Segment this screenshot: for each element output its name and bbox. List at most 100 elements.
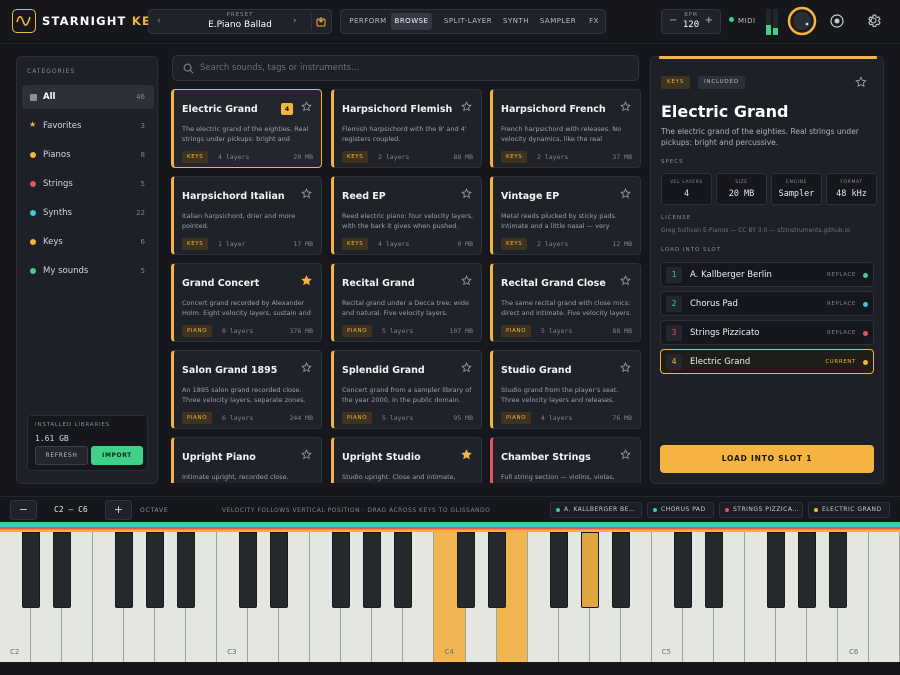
- top-bar: STARNIGHT KEYS ‹ PRESET E.Piano Ballad ›…: [0, 0, 900, 44]
- favorite-star-icon[interactable]: [620, 275, 631, 286]
- slot-chip[interactable]: CHORUS PAD: [647, 502, 714, 518]
- slot-action[interactable]: CURRENT: [825, 359, 856, 365]
- favorite-star-icon[interactable]: [301, 362, 312, 373]
- black-key[interactable]: [239, 532, 258, 608]
- favorite-star-icon[interactable]: [461, 362, 472, 373]
- black-key[interactable]: [177, 532, 196, 608]
- slot-3[interactable]: 3 Strings Pizzicato REPLACE: [660, 320, 874, 345]
- sidebar-item-pianos[interactable]: Pianos 8: [22, 143, 154, 167]
- black-key[interactable]: [580, 532, 599, 608]
- black-key[interactable]: [22, 532, 41, 608]
- sound-card[interactable]: Recital Grand Recital grand under a Decca…: [331, 263, 482, 342]
- bpm-control[interactable]: − BPM 120 +: [661, 9, 721, 34]
- black-key[interactable]: [766, 532, 785, 608]
- favorite-star-icon[interactable]: [301, 449, 312, 460]
- favorite-star-icon[interactable]: [855, 76, 867, 88]
- slot-4[interactable]: 4 Electric Grand CURRENT: [660, 349, 874, 374]
- favorite-star-icon[interactable]: [461, 449, 472, 460]
- black-key[interactable]: [549, 532, 568, 608]
- record-button[interactable]: [829, 13, 845, 29]
- save-preset-button[interactable]: [311, 14, 327, 30]
- bpm-increment-button[interactable]: +: [705, 15, 713, 26]
- favorite-star-icon[interactable]: [620, 101, 631, 112]
- favorite-star-icon[interactable]: [461, 275, 472, 286]
- sound-card[interactable]: Electric Grand 4 The electric grand of the…: [171, 89, 322, 168]
- favorite-star-icon[interactable]: [461, 188, 472, 199]
- chevron-right-icon[interactable]: ›: [293, 16, 297, 26]
- black-key[interactable]: [146, 532, 165, 608]
- sidebar-item-all[interactable]: All 46: [22, 85, 154, 109]
- favorite-star-icon[interactable]: [301, 188, 312, 199]
- sound-card[interactable]: Harpsichord Italian Italian harpsichord, …: [171, 176, 322, 255]
- sound-card[interactable]: Recital Grand Close The same recital gran…: [490, 263, 641, 342]
- card-title: Electric Grand: [182, 104, 258, 115]
- octave-down-button[interactable]: −: [10, 500, 37, 520]
- import-button[interactable]: IMPORT: [91, 446, 143, 465]
- tab-sampler[interactable]: SAMPLER: [535, 13, 581, 30]
- sound-card[interactable]: Upright Studio Studio upright. Close and …: [331, 437, 482, 483]
- search-input[interactable]: [200, 59, 620, 77]
- sound-card[interactable]: Vintage EP Metal reeds plucked by sticky …: [490, 176, 641, 255]
- slot-action[interactable]: REPLACE: [827, 272, 856, 278]
- piano-keyboard[interactable]: C2 C3 C4 C5 C6: [0, 532, 900, 662]
- slot-chip[interactable]: A. KALLBERGER BE…: [550, 502, 642, 518]
- slot-1[interactable]: 1 A. Kallberger Berlin REPLACE: [660, 262, 874, 287]
- favorite-star-icon[interactable]: [461, 101, 472, 112]
- preset-selector[interactable]: ‹ PRESET E.Piano Ballad ›: [148, 9, 332, 34]
- black-key[interactable]: [797, 532, 816, 608]
- slot-chip[interactable]: ELECTRIC GRAND: [808, 502, 890, 518]
- sound-card[interactable]: Grand Concert Concert grand recorded by A…: [171, 263, 322, 342]
- sound-card[interactable]: Harpsichord Flemish Flemish harpsichord w…: [331, 89, 482, 168]
- sidebar-item-my-sounds[interactable]: My sounds 5: [22, 259, 154, 283]
- slot-color-dot-icon: [863, 273, 868, 278]
- black-key[interactable]: [394, 532, 413, 608]
- sidebar-item-favorites[interactable]: ★ Favorites 3: [22, 114, 154, 138]
- star-icon: ★: [29, 120, 37, 129]
- chip-color-dot-icon: [725, 508, 729, 512]
- refresh-button[interactable]: REFRESH: [35, 446, 88, 465]
- black-key[interactable]: [487, 532, 506, 608]
- tab-fx[interactable]: FX: [584, 13, 604, 30]
- sound-card[interactable]: Splendid Grand Concert grand from a sampl…: [331, 350, 482, 429]
- octave-up-button[interactable]: +: [105, 500, 132, 520]
- tab-perform[interactable]: PERFORM: [345, 13, 391, 30]
- black-key[interactable]: [828, 532, 847, 608]
- slot-2[interactable]: 2 Chorus Pad REPLACE: [660, 291, 874, 316]
- favorite-star-icon[interactable]: [301, 101, 312, 112]
- sidebar-item-strings[interactable]: Strings 5: [22, 172, 154, 196]
- black-key[interactable]: [611, 532, 630, 608]
- tab-split-layer[interactable]: SPLIT-LAYER: [440, 13, 496, 30]
- settings-button[interactable]: [865, 12, 882, 29]
- tab-synth[interactable]: SYNTH: [499, 13, 533, 30]
- white-key[interactable]: [868, 532, 900, 662]
- sound-card[interactable]: Harpsichord French French harpsichord wit…: [490, 89, 641, 168]
- black-key[interactable]: [115, 532, 134, 608]
- slot-chip[interactable]: STRINGS PIZZICA…: [719, 502, 803, 518]
- black-key[interactable]: [270, 532, 289, 608]
- sound-card[interactable]: Salon Grand 1895 An 1895 salon grand reco…: [171, 350, 322, 429]
- slot-action[interactable]: REPLACE: [827, 330, 856, 336]
- load-into-slot-button[interactable]: LOAD INTO SLOT 1: [660, 445, 874, 473]
- slot-action[interactable]: REPLACE: [827, 301, 856, 307]
- black-key[interactable]: [673, 532, 692, 608]
- detail-tag-status: INCLUDED: [698, 76, 745, 89]
- tab-browse[interactable]: BROWSE: [391, 13, 432, 30]
- favorite-star-icon[interactable]: [620, 188, 631, 199]
- favorite-star-icon[interactable]: [620, 362, 631, 373]
- sound-card[interactable]: Studio Grand Studio grand from the player…: [490, 350, 641, 429]
- black-key[interactable]: [332, 532, 351, 608]
- card-layers: 2 layers: [378, 153, 410, 161]
- favorite-star-icon[interactable]: [620, 449, 631, 460]
- sound-card[interactable]: Chamber Strings Full string section — vio…: [490, 437, 641, 483]
- chip-color-dot-icon: [814, 508, 818, 512]
- sound-card[interactable]: Reed EP Reed electric piano: four velocit…: [331, 176, 482, 255]
- black-key[interactable]: [363, 532, 382, 608]
- black-key[interactable]: [456, 532, 475, 608]
- black-key[interactable]: [53, 532, 72, 608]
- master-volume-knob[interactable]: [787, 6, 817, 36]
- sound-card[interactable]: Upright Piano Intimate upright, recorded …: [171, 437, 322, 483]
- sidebar-item-synths[interactable]: Synths 22: [22, 201, 154, 225]
- sidebar-item-keys[interactable]: Keys 6: [22, 230, 154, 254]
- black-key[interactable]: [704, 532, 723, 608]
- favorite-star-icon[interactable]: [301, 275, 312, 286]
